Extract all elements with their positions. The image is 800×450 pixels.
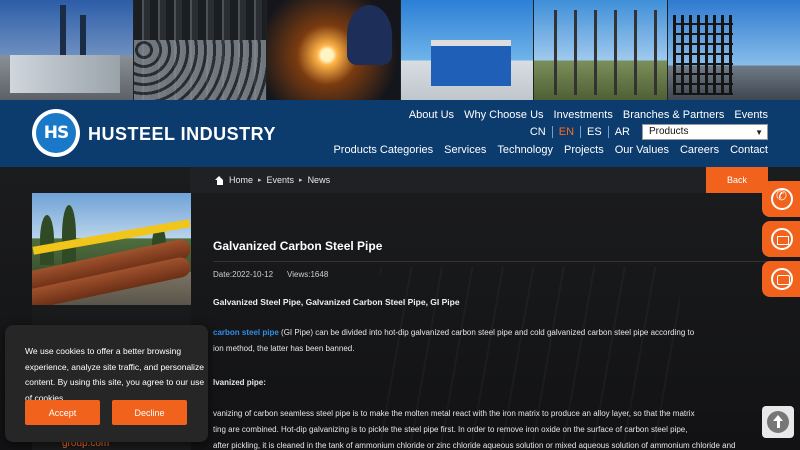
chat-button[interactable] — [762, 261, 800, 297]
chevron-right-icon: ▸ — [258, 177, 262, 184]
nav-projects[interactable]: Projects — [564, 144, 604, 156]
whatsapp-button[interactable] — [762, 181, 800, 217]
photo-tree — [62, 205, 76, 265]
paragraph-1-text: (GI Pipe) can be divided into hot-dip ga… — [281, 328, 695, 337]
top-nav: About Us Why Choose Us Investments Branc… — [409, 109, 768, 121]
lang-es[interactable]: ES — [581, 126, 609, 138]
nav-careers[interactable]: Careers — [680, 144, 719, 156]
banner-photo-scaffold — [667, 0, 800, 100]
article-content: Galvanized Carbon Steel Pipe Date:2022-1… — [190, 193, 768, 450]
logo-mark: HS — [36, 113, 76, 153]
accept-cookies-button[interactable]: Accept — [25, 400, 100, 425]
products-select-value: Products — [649, 126, 689, 137]
lang-en[interactable]: EN — [553, 126, 582, 138]
article-tags: Galvanized Steel Pipe, Galvanized Carbon… — [213, 297, 460, 307]
article-views: Views:1648 — [287, 270, 329, 279]
nav-branches-partners[interactable]: Branches & Partners — [623, 109, 725, 121]
nav-our-values[interactable]: Our Values — [615, 144, 669, 156]
logo[interactable]: HS — [32, 109, 80, 157]
mail-icon — [771, 228, 793, 250]
scroll-top-icon — [767, 411, 789, 433]
home-icon[interactable] — [215, 175, 224, 185]
whatsapp-icon — [771, 188, 793, 210]
photo-tree — [40, 215, 54, 265]
banner-photo-piles — [534, 0, 668, 100]
brand-name[interactable]: HUSTEEL INDUSTRY — [88, 124, 276, 145]
banner-photo-welding — [267, 0, 401, 100]
main-nav: Products Categories Services Technology … — [333, 144, 768, 156]
banner-photo-cranes — [0, 0, 134, 100]
chevron-down-icon: ▼ — [755, 128, 763, 137]
cookie-banner: We use cookies to offer a better browsin… — [5, 325, 208, 442]
article-subheading: lvanized pipe: — [213, 378, 266, 387]
article-paragraph-2: vanizing of carbon seamless steel pipe i… — [213, 406, 763, 450]
article-date: Date:2022-10-12 — [213, 270, 274, 279]
nav-why-choose-us[interactable]: Why Choose Us — [464, 109, 543, 121]
article-title: Galvanized Carbon Steel Pipe — [213, 239, 383, 253]
breadcrumb: Home ▸ Events ▸ News — [215, 175, 330, 185]
breadcrumb-news[interactable]: News — [308, 175, 331, 185]
title-divider — [213, 261, 768, 262]
nav-contact[interactable]: Contact — [730, 144, 768, 156]
scroll-top-button[interactable] — [762, 406, 794, 438]
lang-cn[interactable]: CN — [524, 126, 553, 138]
banner-photo-strip — [0, 0, 800, 100]
email-button[interactable] — [762, 221, 800, 257]
paragraph-2-line-1: vanizing of carbon seamless steel pipe i… — [213, 409, 695, 418]
sidebar-photo-pipes[interactable] — [32, 193, 191, 305]
breadcrumb-events[interactable]: Events — [267, 175, 295, 185]
nav-events[interactable]: Events — [734, 109, 768, 121]
article-meta: Date:2022-10-12 Views:1648 — [213, 270, 328, 279]
nav-products-categories[interactable]: Products Categories — [333, 144, 433, 156]
nav-technology[interactable]: Technology — [497, 144, 553, 156]
banner-photo-pipe-warehouse — [133, 0, 267, 100]
paragraph-1-line-2: ion method, the latter has been banned. — [213, 344, 355, 353]
banner-photo-conveyor — [400, 0, 534, 100]
nav-about-us[interactable]: About Us — [409, 109, 454, 121]
chat-icon — [771, 268, 793, 290]
products-select[interactable]: Products ▼ — [642, 124, 768, 140]
nav-investments[interactable]: Investments — [554, 109, 613, 121]
language-switcher: CN EN ES AR Products ▼ — [524, 124, 768, 140]
carbon-steel-pipe-link[interactable]: carbon steel pipe — [213, 328, 279, 337]
back-button[interactable]: Back — [706, 167, 768, 193]
article-paragraph-1: carbon steel pipe (GI Pipe) can be divid… — [213, 325, 763, 357]
paragraph-2-line-3: after pickling, it is cleaned in the tan… — [213, 441, 736, 450]
chevron-right-icon: ▸ — [299, 177, 303, 184]
site-header: HS HUSTEEL INDUSTRY About Us Why Choose … — [0, 100, 800, 167]
paragraph-2-line-2: ting are combined. Hot-dip galvanizing i… — [213, 425, 688, 434]
breadcrumb-home[interactable]: Home — [229, 175, 253, 185]
cookie-message: We use cookies to offer a better browsin… — [25, 346, 205, 403]
lang-ar[interactable]: AR — [609, 126, 636, 138]
decline-cookies-button[interactable]: Decline — [112, 400, 187, 425]
nav-services[interactable]: Services — [444, 144, 486, 156]
